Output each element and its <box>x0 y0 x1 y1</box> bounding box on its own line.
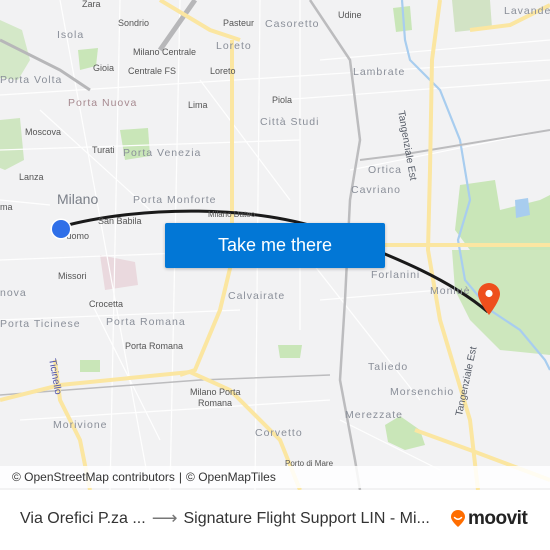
arrow-right-icon: ⟶ <box>151 508 178 528</box>
map-label-milano-centrale: Milano Centrale <box>133 47 197 57</box>
destination-pin-icon <box>478 283 500 315</box>
map-label-zara: Zara <box>82 0 101 9</box>
park-area <box>278 345 302 358</box>
map-label-milano: Milano <box>57 191 99 207</box>
map-label-monlue: Monluè <box>430 285 471 297</box>
map-label-piola: Piola <box>272 95 293 105</box>
destination-name: Signature Flight Support LIN - Mi... <box>183 509 430 527</box>
map-label-porta-volta: Porta Volta <box>0 74 63 86</box>
map-label-lima: Lima <box>188 100 208 110</box>
route-summary: Via Orefici P.za ... ⟶ Signature Flight … <box>20 508 430 529</box>
take-me-there-button[interactable]: Take me there <box>165 223 385 268</box>
map-label-san-babila: San Babila <box>98 216 142 226</box>
map-view[interactable]: Zara Sondrio Pasteur Casoretto Udine Lav… <box>0 0 550 490</box>
map-label-lanza: Lanza <box>19 172 44 182</box>
map-label-taliedo: Taliedo <box>368 361 409 373</box>
map-label-sondrio: Sondrio <box>118 18 150 28</box>
map-label-citta-studi: Città Studi <box>260 116 320 128</box>
map-label-missori: Missori <box>58 271 87 281</box>
map-label-ortica: Ortica <box>368 164 403 176</box>
map-attribution: © OpenStreetMap contributors | © OpenMap… <box>0 466 550 488</box>
map-label-turati: Turati <box>92 145 115 155</box>
map-label-gioia: Gioia <box>93 63 115 73</box>
map-label-forlanini: Forlanini <box>371 269 421 281</box>
map-label-calvairate: Calvairate <box>228 290 286 302</box>
moovit-logo[interactable]: moovit <box>450 508 528 530</box>
map-label-milano-porta-romana: Milano Porta <box>190 387 241 397</box>
map-label-udine: Udine <box>338 10 362 20</box>
moovit-pin-icon <box>451 510 465 527</box>
map-label-loreto-district: Loreto <box>216 40 252 52</box>
map-label-merezzate: Merezzate <box>345 409 404 421</box>
origin-marker <box>50 218 72 240</box>
map-label-nova: nova <box>0 287 27 299</box>
railway <box>359 129 550 161</box>
park-area <box>80 360 100 372</box>
map-label-centrale-fs: Centrale FS <box>128 66 177 76</box>
map-label-porta-romana-district: Porta Romana <box>106 316 186 328</box>
pond <box>515 198 530 218</box>
map-label-cavriano: Cavriano <box>351 184 402 196</box>
map-label-porta-romana-station: Porta Romana <box>125 341 184 351</box>
origin-name: Via Orefici P.za ... <box>20 509 146 527</box>
map-label-crocetta: Crocetta <box>89 299 124 309</box>
map-label-morivione: Morivione <box>53 419 108 431</box>
park-area <box>0 20 30 80</box>
map-label-loreto-station: Loreto <box>210 66 236 76</box>
attribution-separator: | <box>178 470 183 484</box>
map-label-ma: ma <box>0 202 13 212</box>
map-label-lambrate: Lambrate <box>353 66 406 78</box>
map-label-lavanderie: Lavander <box>504 5 550 17</box>
map-label-morsenchio: Morsenchio <box>390 386 455 398</box>
map-label-porta-venezia: Porta Venezia <box>123 147 202 159</box>
moovit-wordmark: moovit <box>468 508 528 529</box>
map-label-milano-porta-romana-2: Romana <box>198 398 233 408</box>
park-area <box>0 118 24 170</box>
landuse-area <box>100 255 138 290</box>
map-label-porta-ticinese: Porta Ticinese <box>0 318 81 330</box>
map-label-porta-nuova: Porta Nuova <box>68 97 138 109</box>
osm-attribution-link[interactable]: © OpenStreetMap contributors <box>12 470 175 484</box>
map-label-corvetto: Corvetto <box>255 427 303 439</box>
park-area <box>452 250 550 355</box>
map-label-moscova: Moscova <box>25 127 62 137</box>
map-label-casoretto: Casoretto <box>265 18 320 30</box>
railway <box>157 0 198 52</box>
map-label-isola: Isola <box>57 29 85 41</box>
map-label-pasteur: Pasteur <box>223 18 255 28</box>
openmaptiles-attribution-link[interactable]: © OpenMapTiles <box>186 470 276 484</box>
map-label-porta-monforte: Porta Monforte <box>133 194 217 206</box>
origin-dot <box>52 220 70 238</box>
map-label-milano-dateo: Milano Dateo <box>208 210 256 219</box>
